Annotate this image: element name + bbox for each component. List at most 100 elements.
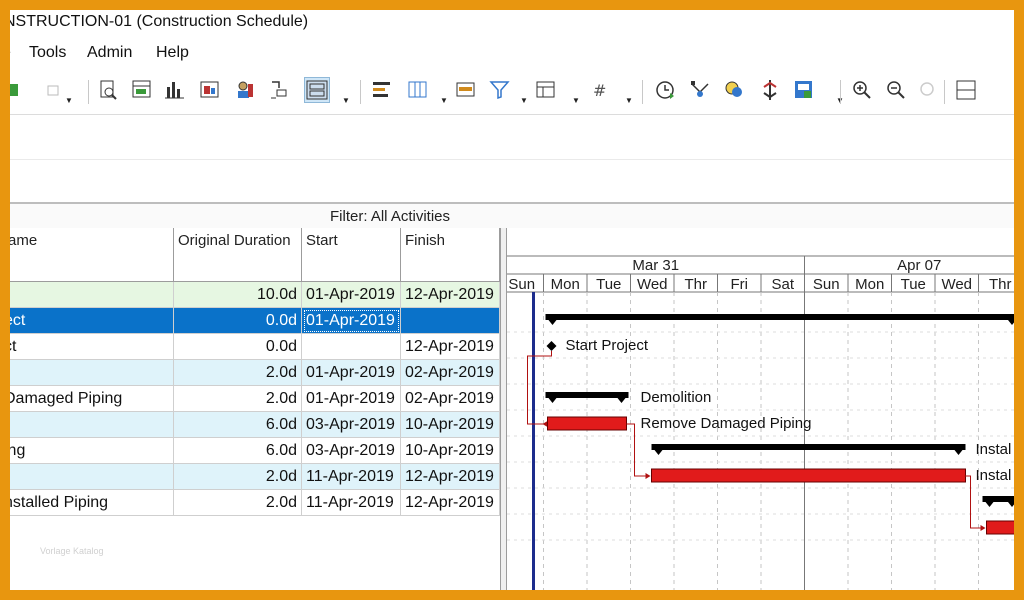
column-header-original-duration[interactable]: Original Duration	[174, 228, 302, 282]
column-header-finish[interactable]: Finish	[401, 228, 500, 282]
cell-name[interactable]: ect	[10, 308, 174, 334]
relationships-icon[interactable]	[267, 78, 291, 102]
title-bar: NSTRUCTION-01 (Construction Schedule)	[10, 10, 1014, 36]
cell-duration[interactable]: 6.0d	[174, 438, 302, 464]
gantt-chart: Mar 31 Apr 07 Sun Mon Tue Wed Thr Fri Sat Sun Mon T…	[507, 228, 1014, 590]
cell-start[interactable]: 01-Apr-2019	[302, 282, 401, 308]
window-title: NSTRUCTION-01 (Construction Schedule)	[10, 13, 309, 30]
columns-icon[interactable]	[406, 78, 430, 102]
zoom-in-icon[interactable]	[850, 78, 874, 102]
print-preview-icon[interactable]	[96, 78, 120, 102]
chevron-down-icon[interactable]: ▼	[625, 96, 633, 105]
cell-name[interactable]: nstalled Piping	[10, 490, 174, 516]
cell-duration[interactable]: 2.0d	[174, 464, 302, 490]
table-row[interactable]: 10.0d 01-Apr-2019 12-Apr-2019	[10, 282, 500, 308]
cell-finish[interactable]: 12-Apr-2019	[401, 334, 500, 360]
cell-finish[interactable]: 12-Apr-2019	[401, 464, 500, 490]
split-window-icon[interactable]	[954, 78, 978, 102]
menu-item-admin[interactable]: Admin	[87, 44, 133, 62]
layout-icon[interactable]	[130, 78, 154, 102]
install-activity-label: Instal	[976, 467, 1012, 484]
cell-finish[interactable]: 10-Apr-2019	[401, 412, 500, 438]
add-activity-icon[interactable]	[10, 78, 32, 102]
bars-icon[interactable]	[454, 78, 478, 102]
chevron-down-icon[interactable]: ▼	[342, 96, 350, 105]
chevron-down-icon[interactable]: ▼	[65, 96, 73, 105]
number-icon[interactable]: #	[588, 78, 612, 102]
menu-item-label: Tools	[29, 44, 67, 61]
cell-finish[interactable]: 02-Apr-2019	[401, 386, 500, 412]
cell-finish[interactable]: 12-Apr-2019	[401, 282, 500, 308]
day-label: Wed	[637, 276, 668, 293]
cell-start[interactable]: 03-Apr-2019	[302, 412, 401, 438]
cell-start[interactable]: 01-Apr-2019	[302, 360, 401, 386]
chevron-down-icon[interactable]: ▼	[520, 96, 528, 105]
menu-item-help[interactable]: Help	[156, 44, 189, 62]
scroll-icon[interactable]	[304, 77, 330, 103]
cell-name[interactable]	[10, 412, 174, 438]
cell-name[interactable]: ing	[10, 438, 174, 464]
cell-text: 10.0d	[256, 286, 297, 303]
menu-item-tools[interactable]: Tools	[29, 44, 67, 62]
cell-duration[interactable]: 10.0d	[174, 282, 302, 308]
cell-duration[interactable]: 0.0d	[174, 308, 302, 334]
table-row[interactable]: ct 0.0d 12-Apr-2019	[10, 334, 500, 360]
layout-options-icon[interactable]	[534, 78, 558, 102]
cell-duration[interactable]: 2.0d	[174, 386, 302, 412]
table-row[interactable]: 2.0d 11-Apr-2019 12-Apr-2019	[10, 464, 500, 490]
cell-duration[interactable]: 0.0d	[174, 334, 302, 360]
cell-name[interactable]	[10, 360, 174, 386]
day-label: Fri	[731, 276, 749, 293]
cell-duration[interactable]: 2.0d	[174, 360, 302, 386]
table-row[interactable]: nstalled Piping 2.0d 11-Apr-2019 12-Apr-201…	[10, 490, 500, 516]
cell-name[interactable]	[10, 464, 174, 490]
histogram-icon[interactable]	[163, 78, 187, 102]
table-row[interactable]: ing 6.0d 03-Apr-2019 10-Apr-2019	[10, 438, 500, 464]
zoom-fit-icon[interactable]	[916, 78, 940, 102]
column-header-start[interactable]: Start	[302, 228, 401, 282]
cell-start[interactable]: 03-Apr-2019	[302, 438, 401, 464]
day-label: Mon	[855, 276, 884, 293]
column-header-label: Finish	[405, 232, 446, 249]
remove-label: Remove Damaged Piping	[641, 415, 812, 432]
cell-name[interactable]: ct	[10, 334, 174, 360]
progress-icon[interactable]	[722, 78, 746, 102]
zoom-out-icon[interactable]	[884, 78, 908, 102]
filter-icon[interactable]	[488, 78, 512, 102]
table-row[interactable]: 2.0d 01-Apr-2019 02-Apr-2019	[10, 360, 500, 386]
cell-finish[interactable]: 02-Apr-2019	[401, 360, 500, 386]
chevron-down-icon[interactable]: ▼	[440, 96, 448, 105]
toolbar-separator	[88, 80, 89, 104]
menu-item-e[interactable]: e	[10, 44, 11, 62]
group-sort-icon[interactable]	[370, 78, 394, 102]
profile-icon[interactable]	[198, 78, 222, 102]
level-icon[interactable]	[688, 78, 712, 102]
cell-finish[interactable]: 10-Apr-2019	[401, 438, 500, 464]
cell-start[interactable]: 11-Apr-2019	[302, 464, 401, 490]
split-icon[interactable]	[758, 78, 782, 102]
toolbar-band	[10, 114, 1014, 203]
cell-text: 11-Apr-2019	[306, 468, 394, 485]
cell-text: 12-Apr-2019	[405, 468, 494, 485]
schedule-icon[interactable]	[653, 78, 677, 102]
cell-start[interactable]: 01-Apr-2019	[302, 386, 401, 412]
cell-finish[interactable]: 12-Apr-2019	[401, 490, 500, 516]
cell-duration[interactable]: 6.0d	[174, 412, 302, 438]
chevron-down-icon[interactable]: ▼	[572, 96, 580, 105]
pane-splitter[interactable]	[500, 228, 507, 590]
store-icon[interactable]	[792, 78, 816, 102]
cell-name[interactable]	[10, 282, 174, 308]
table-row[interactable]: Damaged Piping 2.0d 01-Apr-2019 02-Apr-2019	[10, 386, 500, 412]
table-row[interactable]: 6.0d 03-Apr-2019 10-Apr-2019	[10, 412, 500, 438]
cell-name[interactable]: Damaged Piping	[10, 386, 174, 412]
cell-duration[interactable]: 2.0d	[174, 490, 302, 516]
cell-start[interactable]: 01-Apr-2019	[302, 308, 401, 334]
table-row[interactable]: ect 0.0d 01-Apr-2019	[10, 308, 500, 334]
cell-start[interactable]	[302, 334, 401, 360]
cell-finish[interactable]	[401, 308, 500, 334]
cell-text: 0.0d	[265, 312, 297, 329]
resource-icon[interactable]	[233, 78, 257, 102]
cell-text: ct	[10, 338, 17, 355]
cell-start[interactable]: 11-Apr-2019	[302, 490, 401, 516]
column-header-activity-name[interactable]: ame	[10, 228, 174, 282]
